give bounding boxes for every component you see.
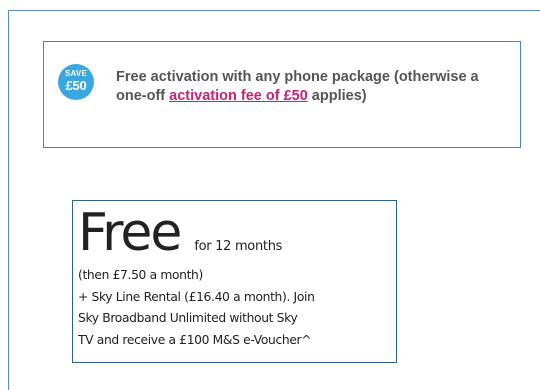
promo-text-outro: applies) <box>307 87 367 104</box>
activation-promo-text: Free activation with any phone package (… <box>116 68 511 105</box>
activation-fee-link[interactable]: activation fee of £50 <box>169 88 308 104</box>
offer-detail-line: (then £7.50 a month) <box>78 268 203 282</box>
offer-detail-line: TV and receive a £100 M&S e-Voucher^ <box>78 332 312 347</box>
offer-details: (then £7.50 a month) + Sky Line Rental (… <box>78 265 396 351</box>
save-badge-amount: £50 <box>65 78 87 93</box>
offer-detail-line: Sky Broadband Unlimited without Sky <box>78 311 298 325</box>
offer-headline: Free <box>78 203 182 263</box>
offer-detail-line: + Sky Line Rental (£16.40 a month). Join <box>78 289 315 304</box>
save-badge-icon: SAVE £50 <box>58 64 94 100</box>
save-badge-label: SAVE <box>65 69 87 78</box>
broadband-offer-box[interactable]: Free for 12 months (then £7.50 a month) +… <box>72 200 397 363</box>
offer-headline-row: Free for 12 months <box>78 203 282 263</box>
offer-duration: for 12 months <box>194 239 283 254</box>
activation-promo-box: SAVE £50 Free activation with any phone … <box>43 41 521 148</box>
